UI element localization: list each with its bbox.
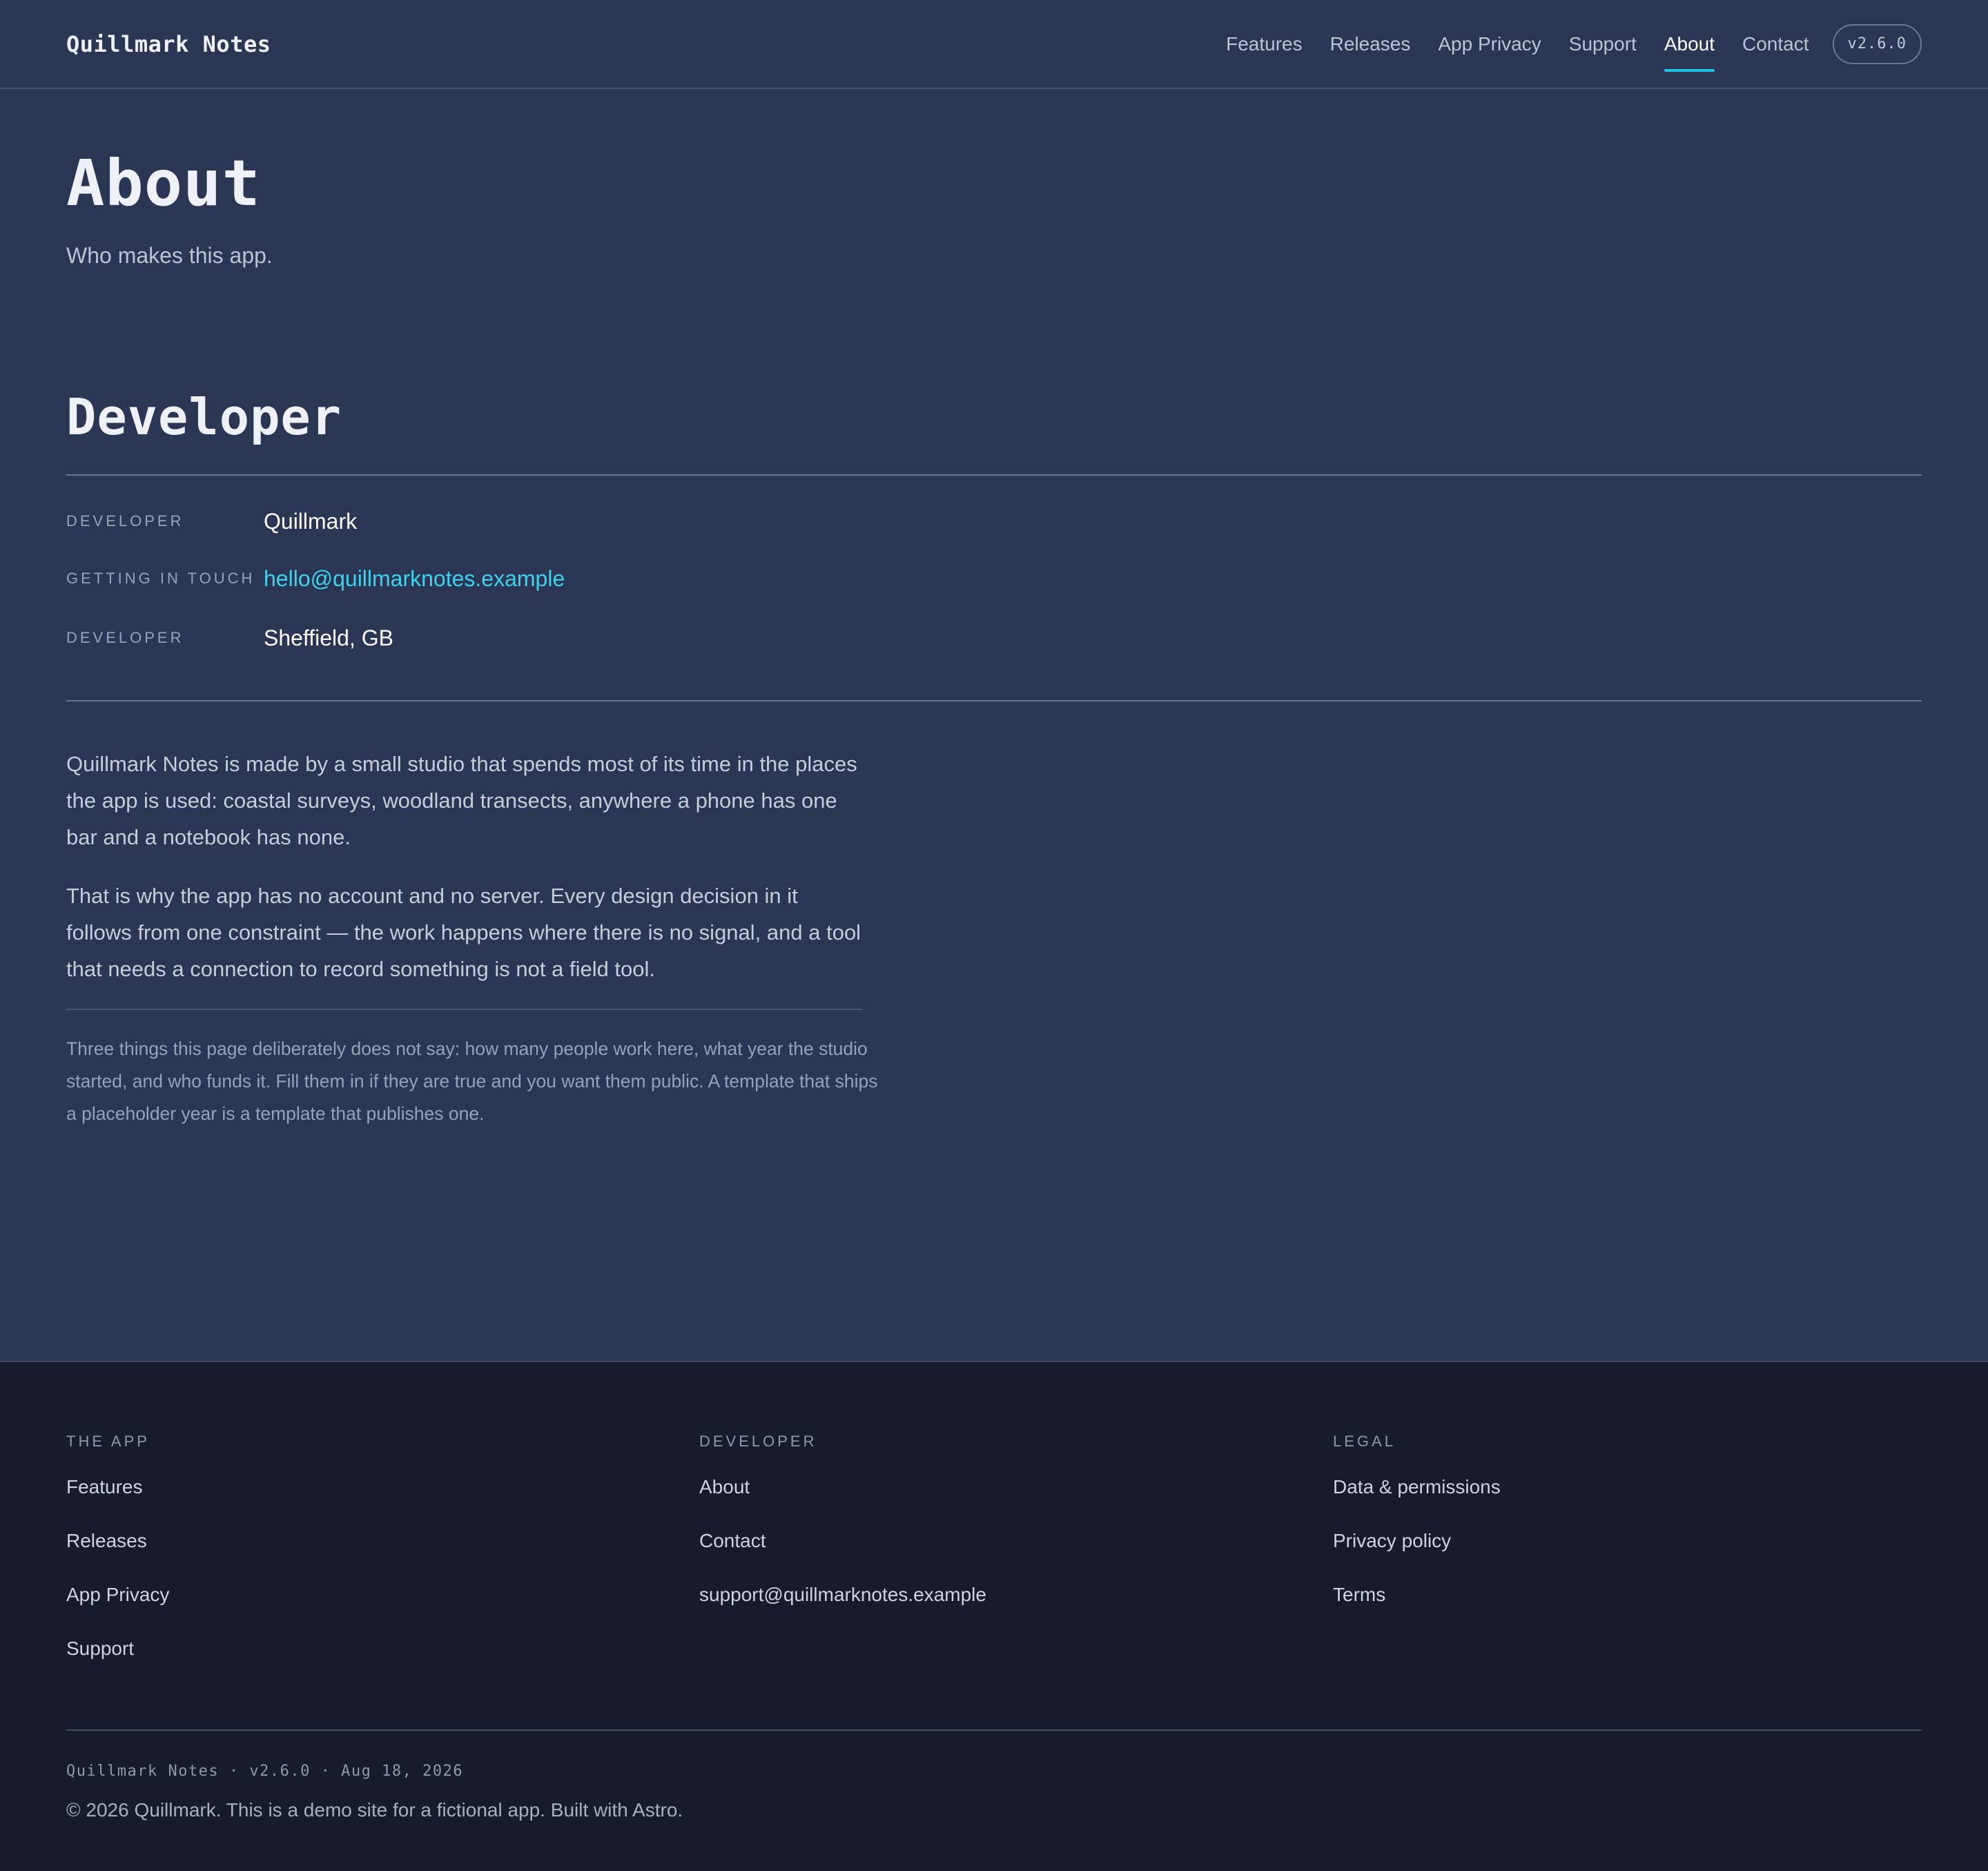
nav-contact[interactable]: Contact xyxy=(1742,0,1809,88)
footer-link-support[interactable]: Support xyxy=(66,1637,169,1691)
footer-link-data-permissions[interactable]: Data & permissions xyxy=(1333,1475,1501,1529)
nav-app-privacy[interactable]: App Privacy xyxy=(1438,0,1541,88)
about-paragraph: Quillmark Notes is made by a small studi… xyxy=(66,752,857,849)
info-row-developer: Developer Quillmark xyxy=(66,507,357,535)
footer-link-support-email[interactable]: support@quillmarknotes.example xyxy=(699,1583,986,1637)
footer-link-terms[interactable]: Terms xyxy=(1333,1583,1501,1637)
info-value: Quillmark xyxy=(264,508,358,534)
page-title: About xyxy=(66,146,261,220)
footer-column-developer: Developer About Contact support@quillmar… xyxy=(699,1433,986,1637)
footer-heading: Legal xyxy=(1333,1433,1396,1450)
info-row-location: Developer Sheffield, GB xyxy=(66,624,393,652)
divider xyxy=(66,474,1922,476)
footer-build-meta: Quillmark Notes · v2.6.0 · Aug 18, 2026 xyxy=(66,1763,464,1780)
footer-link-privacy-policy[interactable]: Privacy policy xyxy=(1333,1529,1501,1583)
footer-link-releases[interactable]: Releases xyxy=(66,1529,169,1583)
nav-features[interactable]: Features xyxy=(1226,0,1303,88)
section-title-developer: Developer xyxy=(66,388,342,446)
about-prose: Quillmark Notes is made by a small studi… xyxy=(66,746,867,987)
footer-heading: Developer xyxy=(699,1433,817,1450)
about-paragraph: That is why the app has no account and n… xyxy=(66,884,861,981)
site-header: Quillmark Notes Features Releases App Pr… xyxy=(0,0,1988,89)
info-label: Developer xyxy=(66,512,184,530)
info-label: Developer xyxy=(66,629,184,646)
brand-logo[interactable]: Quillmark Notes xyxy=(66,31,271,57)
footer-column-legal: Legal Data & permissions Privacy policy … xyxy=(1333,1433,1501,1637)
main-nav: Features Releases App Privacy Support Ab… xyxy=(1198,0,1922,88)
note-divider xyxy=(66,1009,862,1010)
info-label: Getting in touch xyxy=(66,570,255,587)
info-row-contact: Getting in touch hello@quillmarknotes.ex… xyxy=(66,565,565,592)
editor-note: Three things this page deliberately does… xyxy=(66,1038,878,1124)
footer-link-features[interactable]: Features xyxy=(66,1475,169,1529)
footer-link-about[interactable]: About xyxy=(699,1475,986,1529)
contact-email-link[interactable]: hello@quillmarknotes.example xyxy=(264,566,565,592)
info-value: Sheffield, GB xyxy=(264,625,393,650)
nav-about[interactable]: About xyxy=(1664,0,1715,88)
nav-support[interactable]: Support xyxy=(1569,0,1637,88)
divider xyxy=(66,700,1922,701)
footer-link-contact[interactable]: Contact xyxy=(699,1529,986,1583)
site-footer: The app Features Releases App Privacy Su… xyxy=(0,1361,1988,1871)
page-subtitle: Who makes this app. xyxy=(66,243,273,268)
version-badge: v2.6.0 xyxy=(1832,23,1922,64)
footer-link-app-privacy[interactable]: App Privacy xyxy=(66,1583,169,1637)
footer-column-the-app: The app Features Releases App Privacy Su… xyxy=(66,1433,169,1691)
footer-copyright: © 2026 Quillmark. This is a demo site fo… xyxy=(66,1799,683,1821)
footer-divider xyxy=(66,1729,1922,1731)
nav-releases[interactable]: Releases xyxy=(1330,0,1411,88)
footer-heading: The app xyxy=(66,1433,150,1450)
